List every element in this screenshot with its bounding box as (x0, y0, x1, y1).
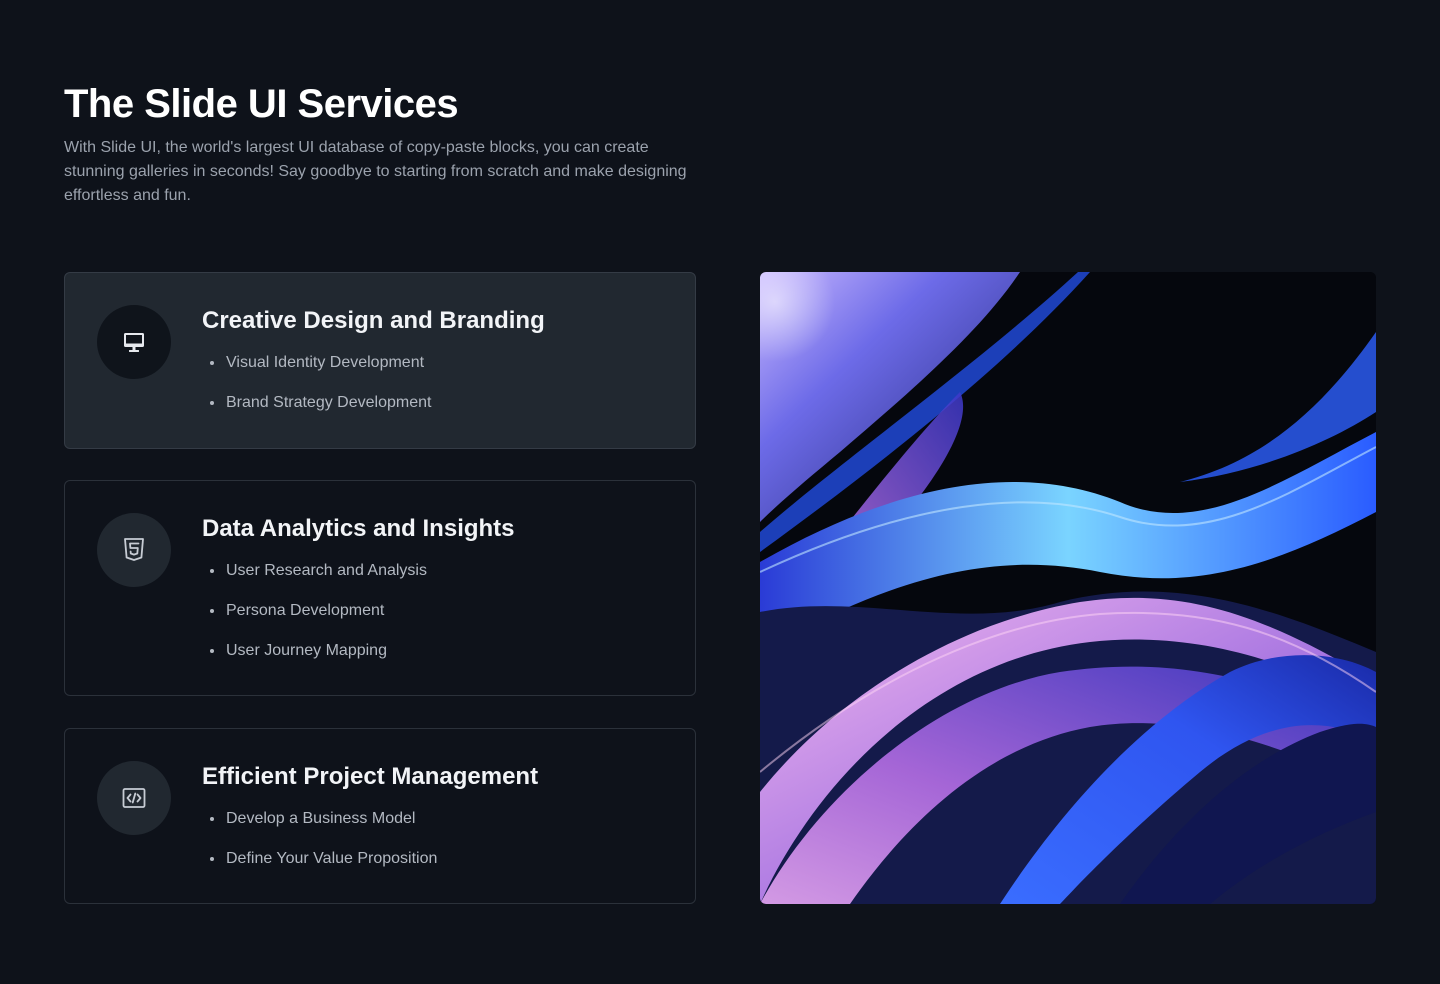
service-item-list: Visual Identity Development Brand Strate… (210, 351, 431, 431)
service-item: User Research and Analysis (210, 559, 427, 583)
service-item-list: Develop a Business Model Define Your Val… (210, 807, 437, 887)
service-icon-circle (97, 305, 171, 379)
service-card-data-analytics[interactable]: Data Analytics and Insights User Researc… (64, 480, 696, 696)
monitor-icon (124, 333, 144, 352)
abstract-waves-image (760, 272, 1376, 904)
services-section: The Slide UI Services With Slide UI, the… (0, 0, 1440, 984)
abstract-waves-art (760, 272, 1376, 904)
page-title: The Slide UI Services (64, 82, 459, 126)
service-item: Visual Identity Development (210, 351, 431, 375)
code-icon (122, 788, 146, 808)
service-item-list: User Research and Analysis Persona Devel… (210, 559, 427, 679)
service-item: Develop a Business Model (210, 807, 437, 831)
service-item: Define Your Value Proposition (210, 847, 437, 871)
service-card-title: Efficient Project Management (202, 763, 539, 790)
service-card-project-management[interactable]: Efficient Project Management Develop a B… (64, 728, 696, 904)
service-card-title: Data Analytics and Insights (202, 515, 515, 542)
service-item: Brand Strategy Development (210, 391, 431, 415)
page-description: With Slide UI, the world's largest UI da… (64, 139, 687, 204)
service-item: Persona Development (210, 599, 427, 623)
html5-icon (124, 538, 144, 561)
service-card-creative-design[interactable]: Creative Design and Branding Visual Iden… (64, 272, 696, 449)
service-icon-circle (97, 513, 171, 587)
service-card-title: Creative Design and Branding (202, 307, 545, 334)
service-item: User Journey Mapping (210, 639, 427, 663)
service-icon-circle (97, 761, 171, 835)
